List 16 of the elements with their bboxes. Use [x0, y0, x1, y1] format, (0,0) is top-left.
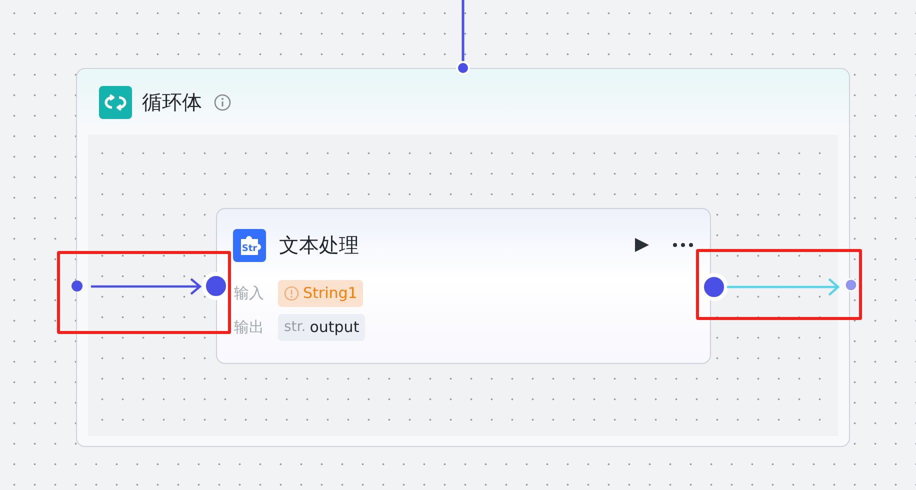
play-icon[interactable]: [634, 237, 650, 253]
output-tag: str. output: [278, 314, 366, 340]
loop-icon: [99, 86, 132, 118]
port-dot[interactable]: [456, 61, 470, 75]
puzzle-icon: Str: [233, 228, 267, 262]
info-icon[interactable]: [214, 94, 231, 110]
node-title: 文本处理: [279, 232, 360, 258]
warning-icon: [284, 286, 299, 300]
param-label: 输入: [234, 284, 265, 302]
text-node[interactable]: Str 文本处理 输入 String1 输出 str. output: [216, 208, 711, 364]
variable-tag: String1: [278, 280, 364, 306]
more-icon[interactable]: [672, 242, 694, 248]
param-label: 输出: [234, 318, 265, 336]
port-dot[interactable]: [72, 280, 82, 292]
loop-title: 循环体: [142, 88, 202, 116]
port-dot[interactable]: [844, 278, 858, 292]
